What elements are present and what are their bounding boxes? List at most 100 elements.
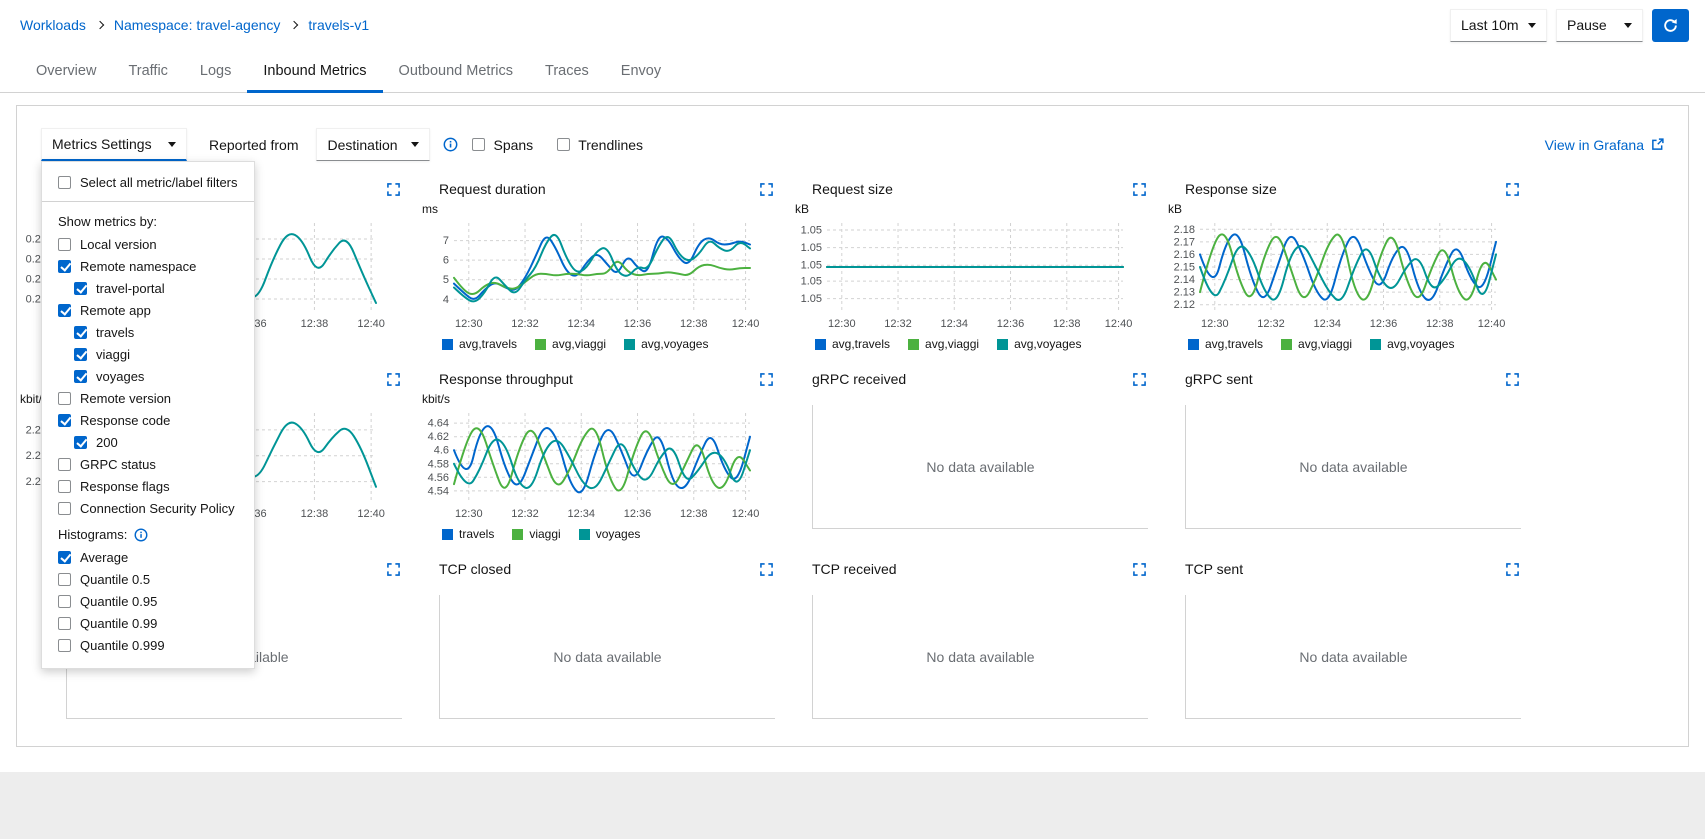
checkbox[interactable] <box>58 238 71 251</box>
tab-traffic[interactable]: Traffic <box>112 50 183 93</box>
svg-text:12:34: 12:34 <box>1314 318 1342 330</box>
legend-item-avg-travels[interactable]: avg,travels <box>442 337 517 351</box>
expand-chart-icon[interactable] <box>760 373 773 386</box>
checkbox[interactable] <box>74 370 87 383</box>
menu-item-grpc-status[interactable]: GRPC status <box>42 453 254 475</box>
expand-chart-icon[interactable] <box>1133 183 1146 196</box>
checkbox[interactable] <box>74 282 87 295</box>
menu-item-remote-namespace[interactable]: Remote namespace <box>42 255 254 277</box>
no-data-message: No data available <box>1185 405 1521 529</box>
svg-text:12:40: 12:40 <box>357 508 385 520</box>
menu-item-label: Connection Security Policy <box>80 501 235 516</box>
view-in-grafana-link[interactable]: View in Grafana <box>1545 137 1664 153</box>
checkbox[interactable] <box>58 480 71 493</box>
menu-item-quantile-0-999[interactable]: Quantile 0.999 <box>42 634 254 656</box>
checkbox[interactable] <box>74 436 87 449</box>
breadcrumb-link-workloads[interactable]: Workloads <box>20 17 86 33</box>
refresh-interval-select[interactable]: Pause <box>1556 9 1643 42</box>
menu-item-response-flags[interactable]: Response flags <box>42 475 254 497</box>
refresh-button[interactable] <box>1652 9 1689 42</box>
breadcrumb-link-workload[interactable]: travels-v1 <box>308 17 369 33</box>
metrics-settings-dropdown-toggle[interactable]: Metrics Settings <box>41 128 187 161</box>
legend-item-avg-travels[interactable]: avg,travels <box>815 337 890 351</box>
checkbox[interactable] <box>557 138 570 151</box>
menu-item-select-all[interactable]: Select all metric/label filters <box>42 171 254 193</box>
legend-item-avg-voyages[interactable]: avg,voyages <box>624 337 708 351</box>
legend-item-avg-viaggi[interactable]: avg,viaggi <box>1281 337 1352 351</box>
checkbox[interactable] <box>58 617 71 630</box>
svg-text:12:40: 12:40 <box>357 318 385 330</box>
menu-item-connection-security-policy[interactable]: Connection Security Policy <box>42 497 254 519</box>
trendlines-checkbox[interactable]: Trendlines <box>557 137 643 153</box>
svg-text:4.64: 4.64 <box>428 418 449 430</box>
info-icon[interactable] <box>443 137 458 152</box>
expand-chart-icon[interactable] <box>1133 373 1146 386</box>
checkbox[interactable] <box>58 639 71 652</box>
menu-item-local-version[interactable]: Local version <box>42 233 254 255</box>
svg-text:12:30: 12:30 <box>1201 318 1229 330</box>
menu-item-remote-app[interactable]: Remote app <box>42 299 254 321</box>
checkbox[interactable] <box>58 414 71 427</box>
expand-chart-icon[interactable] <box>760 563 773 576</box>
tab-inbound-metrics[interactable]: Inbound Metrics <box>247 50 382 93</box>
menu-item-remote-version[interactable]: Remote version <box>42 387 254 409</box>
menu-item-average[interactable]: Average <box>42 546 254 568</box>
menu-item-200[interactable]: 200 <box>42 431 254 453</box>
checkbox[interactable] <box>58 260 71 273</box>
legend-item-avg-viaggi[interactable]: avg,viaggi <box>535 337 606 351</box>
expand-chart-icon[interactable] <box>1133 563 1146 576</box>
legend-item-voyages[interactable]: voyages <box>579 527 641 541</box>
menu-item-response-code[interactable]: Response code <box>42 409 254 431</box>
legend-item-avg-voyages[interactable]: avg,voyages <box>1370 337 1454 351</box>
tab-envoy[interactable]: Envoy <box>605 50 677 93</box>
expand-chart-icon[interactable] <box>387 373 400 386</box>
checkbox[interactable] <box>58 392 71 405</box>
spans-checkbox[interactable]: Spans <box>472 137 533 153</box>
checkbox[interactable] <box>58 573 71 586</box>
menu-item-quantile-0-99[interactable]: Quantile 0.99 <box>42 612 254 634</box>
menu-item-voyages[interactable]: voyages <box>42 365 254 387</box>
menu-item-travels[interactable]: travels <box>42 321 254 343</box>
checkbox[interactable] <box>58 304 71 317</box>
expand-chart-icon[interactable] <box>760 183 773 196</box>
legend-item-avg-travels[interactable]: avg,travels <box>1188 337 1263 351</box>
checkbox[interactable] <box>58 176 71 189</box>
menu-item-label: Average <box>80 550 128 565</box>
legend-label: avg,voyages <box>1014 337 1081 351</box>
legend-color-swatch <box>624 339 635 350</box>
breadcrumb-separator-icon <box>96 21 104 29</box>
legend-item-avg-voyages[interactable]: avg,voyages <box>997 337 1081 351</box>
breadcrumb-link-namespace[interactable]: Namespace: travel-agency <box>114 17 281 33</box>
menu-item-quantile-0-95[interactable]: Quantile 0.95 <box>42 590 254 612</box>
legend-item-travels[interactable]: travels <box>442 527 494 541</box>
tab-traces[interactable]: Traces <box>529 50 605 93</box>
checkbox[interactable] <box>58 551 71 564</box>
tab-outbound-metrics[interactable]: Outbound Metrics <box>383 50 529 93</box>
legend-item-avg-viaggi[interactable]: avg,viaggi <box>908 337 979 351</box>
expand-chart-icon[interactable] <box>1506 373 1519 386</box>
expand-chart-icon[interactable] <box>1506 183 1519 196</box>
expand-chart-icon[interactable] <box>387 183 400 196</box>
expand-chart-icon[interactable] <box>387 563 400 576</box>
menu-item-quantile-0-5[interactable]: Quantile 0.5 <box>42 568 254 590</box>
menu-item-viaggi[interactable]: viaggi <box>42 343 254 365</box>
duration-select[interactable]: Last 10m <box>1450 9 1547 42</box>
checkbox[interactable] <box>472 138 485 151</box>
checkbox[interactable] <box>58 458 71 471</box>
info-icon[interactable] <box>134 528 148 542</box>
reported-from-select[interactable]: Destination <box>316 128 430 161</box>
svg-text:12:36: 12:36 <box>624 318 652 330</box>
chart-cell: gRPC receivedNo data available <box>787 367 1160 557</box>
checkbox[interactable] <box>58 502 71 515</box>
menu-item-travel-portal[interactable]: travel-portal <box>42 277 254 299</box>
expand-chart-icon[interactable] <box>1506 563 1519 576</box>
checkbox[interactable] <box>74 348 87 361</box>
legend-color-swatch <box>1281 339 1292 350</box>
tab-logs[interactable]: Logs <box>184 50 247 93</box>
checkbox[interactable] <box>58 595 71 608</box>
legend-item-viaggi[interactable]: viaggi <box>512 527 560 541</box>
svg-text:2.13: 2.13 <box>1174 287 1195 299</box>
checkbox[interactable] <box>74 326 87 339</box>
tab-overview[interactable]: Overview <box>20 50 112 93</box>
menu-item-label: Quantile 0.99 <box>80 616 157 631</box>
